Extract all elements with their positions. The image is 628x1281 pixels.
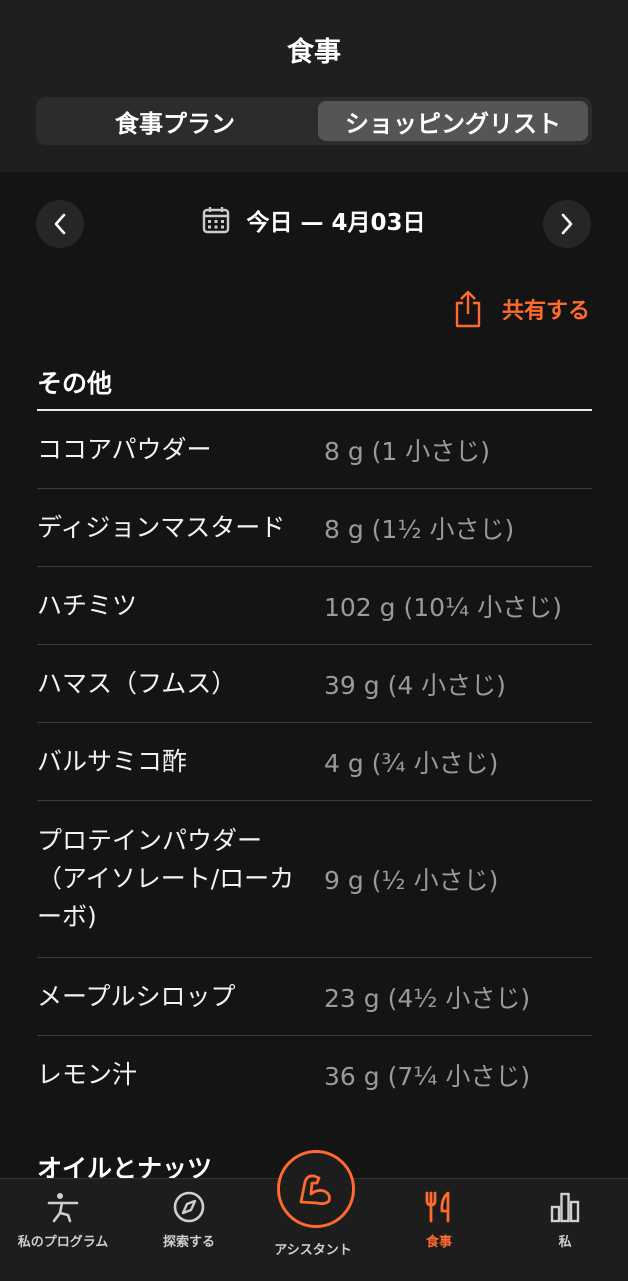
flexed-arm-icon (299, 1174, 331, 1206)
tab-label: アシスタント (274, 1243, 352, 1258)
item-name: ココアパウダー (37, 434, 212, 464)
fork-knife-icon (425, 1191, 450, 1223)
item-amount: 4 g (¾ 小さじ) (324, 748, 499, 778)
item-amount: 36 g (7¼ 小さじ) (324, 1061, 531, 1091)
compass-icon (173, 1191, 205, 1223)
tab-assistant[interactable]: アシスタント (250, 1239, 376, 1258)
item-name: ハマス（フムス） (37, 668, 237, 698)
share-button[interactable]: 共有する (454, 290, 590, 328)
list-item[interactable]: バルサミコ酢 4 g (¾ 小さじ) (37, 723, 592, 801)
bar-chart-icon (550, 1192, 580, 1223)
tab-meals[interactable]: 食事 (376, 1191, 502, 1250)
item-name: ハチミツ (37, 590, 138, 620)
tab-label: 食事 (425, 1235, 452, 1250)
tab-explore[interactable]: 探索する (126, 1191, 252, 1250)
segmented-control: 食事プラン ショッピングリスト (36, 97, 592, 145)
item-amount: 39 g (4 小さじ) (324, 670, 506, 700)
assistant-button[interactable] (277, 1150, 355, 1228)
item-amount: 9 g (½ 小さじ) (324, 866, 499, 895)
item-name: バルサミコ酢 (37, 746, 188, 776)
page-title: 食事 (287, 37, 341, 68)
list-item[interactable]: メープルシロップ 23 g (4½ 小さじ) (37, 958, 592, 1036)
list-item[interactable]: レモン汁 36 g (7¼ 小さじ) (37, 1036, 592, 1113)
item-name: プロテインパウダー（アイソレート/ローカーボ) (37, 826, 295, 931)
tab-me[interactable]: 私 (502, 1191, 628, 1250)
list-item[interactable]: ハマス（フムス） 39 g (4 小さじ) (37, 645, 592, 723)
list-item[interactable]: ココアパウダー 8 g (1 小さじ) (37, 411, 592, 489)
share-icon (455, 290, 481, 328)
item-amount: 23 g (4½ 小さじ) (324, 983, 531, 1013)
tab-shopping-list[interactable]: ショッピングリスト (318, 101, 588, 141)
tab-my-program[interactable]: 私のプログラム (0, 1191, 126, 1250)
item-amount: 8 g (1 小さじ) (324, 436, 491, 466)
item-amount: 102 g (10¼ 小さじ) (324, 592, 562, 622)
section-title-other: その他 (37, 369, 113, 398)
date-label: 今日 — 4月03日 (246, 210, 426, 236)
item-amount: 8 g (1½ 小さじ) (324, 514, 515, 544)
item-name: ディジョンマスタード (37, 512, 286, 542)
tab-label: 私のプログラム (17, 1235, 109, 1250)
calendar-icon (203, 207, 230, 234)
tab-label: 探索する (162, 1235, 215, 1250)
shopping-list: ココアパウダー 8 g (1 小さじ) ディジョンマスタード 8 g (1½ 小… (37, 411, 592, 1113)
date-selector[interactable]: 今日 — 4月03日 (0, 203, 628, 237)
list-item[interactable]: ハチミツ 102 g (10¼ 小さじ) (37, 567, 592, 645)
item-name: メープルシロップ (37, 981, 236, 1011)
item-name: レモン汁 (37, 1059, 138, 1089)
tab-label: 私 (558, 1235, 572, 1250)
list-item[interactable]: ディジョンマスタード 8 g (1½ 小さじ) (37, 489, 592, 567)
stretching-person-icon (47, 1193, 79, 1223)
tab-meal-plan[interactable]: 食事プラン (40, 101, 310, 141)
header-area: 食事 食事プラン ショッピングリスト (0, 0, 628, 172)
share-label: 共有する (501, 299, 590, 324)
list-item[interactable]: プロテインパウダー（アイソレート/ローカーボ) 9 g (½ 小さじ) (37, 801, 592, 958)
